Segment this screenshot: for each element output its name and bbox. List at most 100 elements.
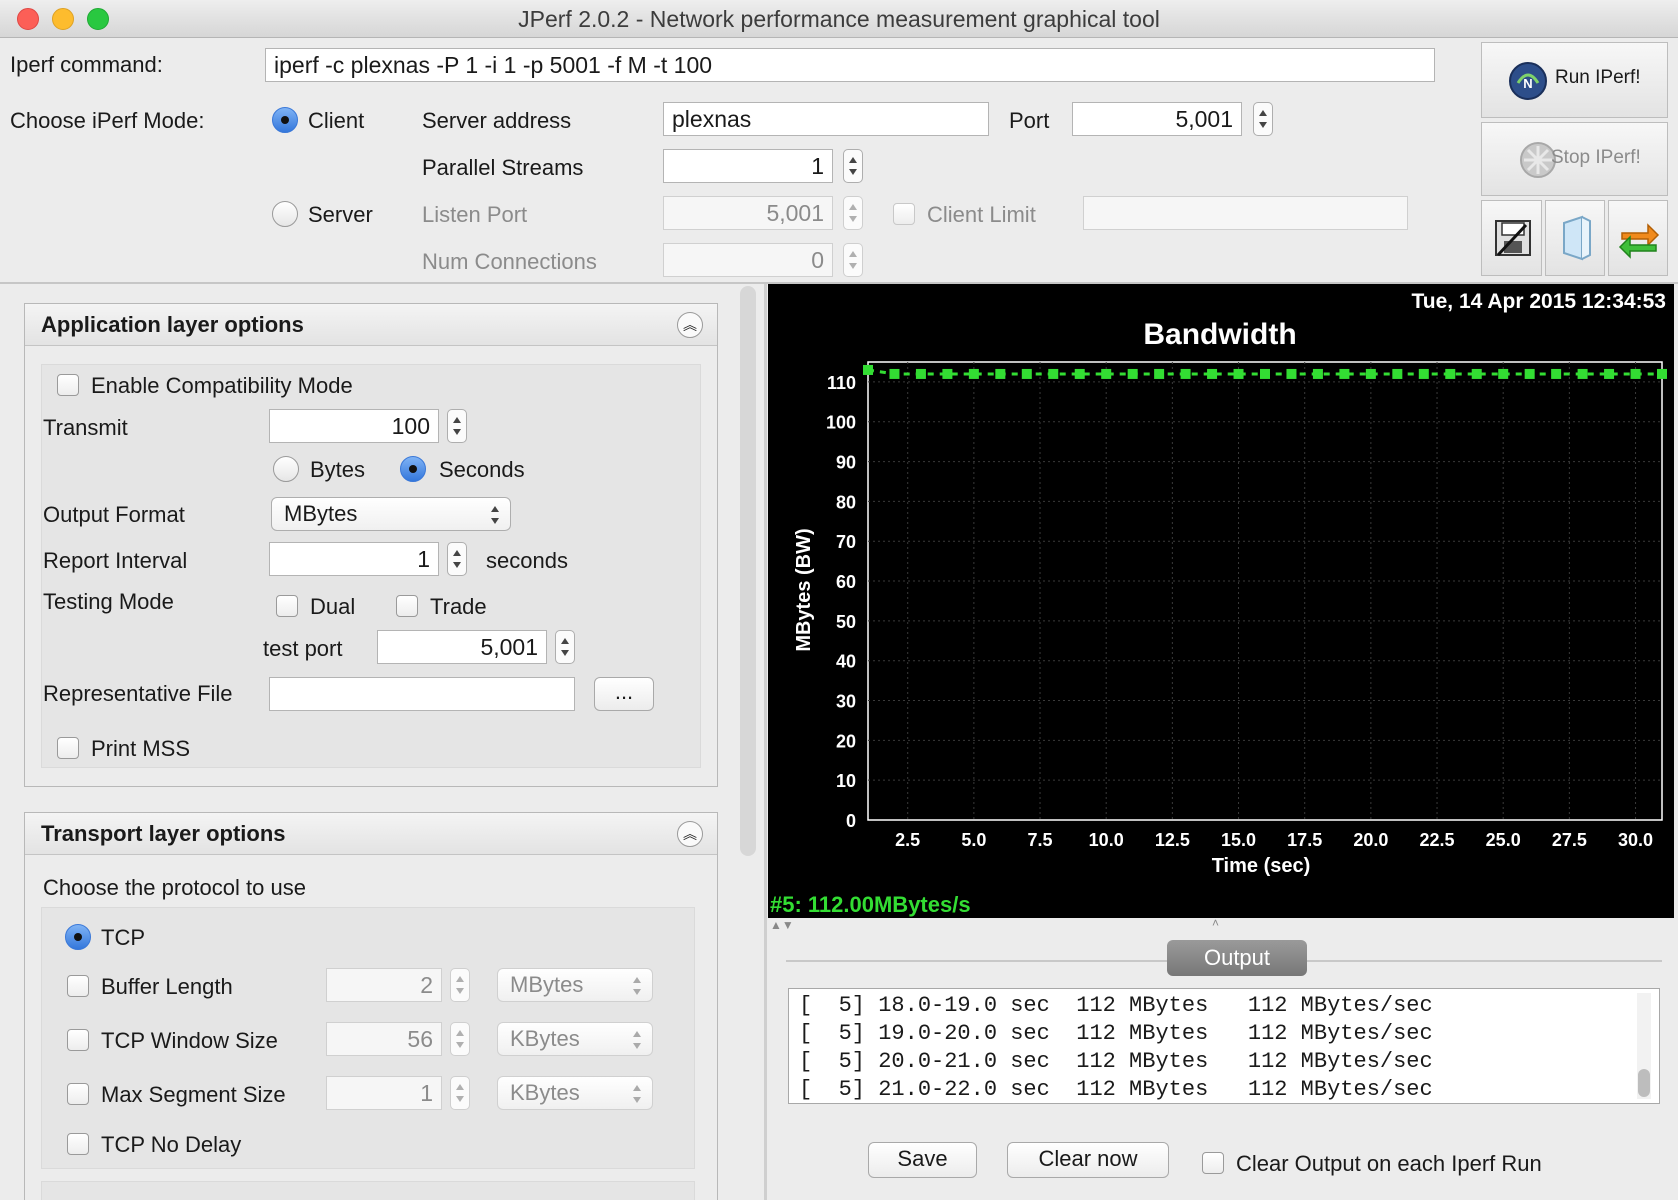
transport-layer-panel: Transport layer options ︽ Choose the pro… bbox=[24, 812, 718, 1200]
y-tick-label: 30 bbox=[836, 692, 856, 712]
num-connections-field[interactable]: 0 bbox=[663, 243, 833, 277]
output-scrollbar[interactable] bbox=[1637, 993, 1651, 1099]
port-stepper[interactable] bbox=[1253, 102, 1273, 136]
report-interval-field[interactable]: 1 bbox=[269, 542, 439, 576]
report-interval-unit: seconds bbox=[486, 548, 568, 573]
seconds-radio[interactable] bbox=[400, 456, 426, 482]
client-limit-field[interactable] bbox=[1083, 196, 1408, 230]
compatibility-mode-label: Enable Compatibility Mode bbox=[91, 373, 353, 398]
clear-now-button[interactable]: Clear now bbox=[1007, 1142, 1169, 1178]
title-bar: JPerf 2.0.2 - Network performance measur… bbox=[0, 0, 1678, 38]
max-segment-size-label: Max Segment Size bbox=[101, 1082, 286, 1107]
window-title: JPerf 2.0.2 - Network performance measur… bbox=[518, 6, 1160, 32]
output-log[interactable]: [ 5] 18.0-19.0 sec 112 MBytes 112 MBytes… bbox=[788, 988, 1660, 1104]
tcp-window-size-field[interactable]: 56 bbox=[326, 1022, 442, 1056]
select-arrows-icon bbox=[490, 505, 500, 525]
max-segment-size-field[interactable]: 1 bbox=[326, 1076, 442, 1110]
data-point bbox=[1286, 368, 1297, 379]
x-tick-label: 5.0 bbox=[961, 830, 986, 850]
y-tick-label: 70 bbox=[836, 532, 856, 552]
select-arrows-icon bbox=[632, 1030, 642, 1050]
clear-output-each-run-checkbox[interactable] bbox=[1202, 1152, 1224, 1174]
x-tick-label: 22.5 bbox=[1420, 830, 1455, 850]
browse-file-button[interactable]: ... bbox=[594, 677, 654, 711]
listen-port-stepper[interactable] bbox=[843, 196, 863, 230]
save-config-icon bbox=[1495, 220, 1531, 257]
client-mode-radio[interactable] bbox=[272, 107, 298, 133]
application-layer-header[interactable]: Application layer options ︽ bbox=[25, 304, 717, 346]
output-line: [ 5] 19.0-20.0 sec 112 MBytes 112 MBytes… bbox=[799, 1021, 1433, 1046]
test-port-stepper[interactable] bbox=[555, 630, 575, 664]
tcp-window-size-stepper[interactable] bbox=[450, 1022, 470, 1056]
stop-iperf-button[interactable]: Stop IPerf! bbox=[1481, 122, 1668, 196]
transmit-stepper[interactable] bbox=[447, 409, 467, 443]
save-output-button[interactable]: Save bbox=[868, 1142, 977, 1178]
split-up-icon[interactable]: ˄ bbox=[1212, 916, 1219, 930]
x-axis-label: Time (sec) bbox=[1212, 855, 1311, 877]
trade-checkbox[interactable] bbox=[396, 595, 418, 617]
parallel-streams-field[interactable]: 1 bbox=[663, 149, 833, 183]
open-config-button[interactable] bbox=[1545, 200, 1605, 276]
transmit-label: Transmit bbox=[43, 415, 128, 440]
server-address-field[interactable]: plexnas bbox=[663, 102, 989, 136]
buffer-length-field[interactable]: 2 bbox=[326, 968, 442, 1002]
left-pane-scrollbar[interactable] bbox=[740, 286, 756, 856]
listen-port-field[interactable]: 5,001 bbox=[663, 196, 833, 230]
tcp-window-size-checkbox[interactable] bbox=[67, 1029, 89, 1051]
tcp-window-size-label: TCP Window Size bbox=[101, 1028, 278, 1053]
buffer-length-checkbox[interactable] bbox=[67, 975, 89, 997]
test-port-field[interactable]: 5,001 bbox=[377, 630, 547, 664]
num-connections-stepper[interactable] bbox=[843, 243, 863, 277]
clear-output-each-run-label: Clear Output on each Iperf Run bbox=[1236, 1151, 1542, 1176]
server-mode-radio[interactable] bbox=[272, 201, 298, 227]
representative-file-field[interactable] bbox=[269, 677, 575, 711]
iperf-command-field[interactable]: iperf -c plexnas -P 1 -i 1 -p 5001 -f M … bbox=[265, 48, 1435, 82]
tcp-radio[interactable] bbox=[65, 924, 91, 950]
collapse-icon[interactable]: ︽ bbox=[677, 821, 703, 847]
run-iperf-button[interactable]: N Run IPerf! bbox=[1481, 42, 1668, 118]
bytes-radio[interactable] bbox=[273, 456, 299, 482]
tcp-no-delay-checkbox[interactable] bbox=[67, 1133, 89, 1155]
parallel-streams-stepper[interactable] bbox=[843, 149, 863, 183]
output-format-select[interactable]: MBytes bbox=[271, 497, 511, 531]
test-port-label: test port bbox=[263, 636, 343, 661]
compatibility-mode-checkbox[interactable] bbox=[57, 374, 79, 396]
tcp-window-size-unit-select[interactable]: KBytes bbox=[497, 1022, 653, 1056]
output-scroll-thumb[interactable] bbox=[1638, 1069, 1650, 1097]
buffer-length-label: Buffer Length bbox=[101, 974, 233, 999]
max-segment-size-stepper[interactable] bbox=[450, 1076, 470, 1110]
seconds-label: Seconds bbox=[439, 457, 525, 482]
save-config-button[interactable] bbox=[1481, 200, 1542, 276]
max-segment-size-checkbox[interactable] bbox=[67, 1083, 89, 1105]
data-point bbox=[889, 368, 900, 379]
data-point bbox=[1021, 368, 1032, 379]
data-point bbox=[1180, 368, 1191, 379]
collapse-icon[interactable]: ︽ bbox=[677, 312, 703, 338]
output-format-value: MBytes bbox=[284, 501, 358, 526]
dual-checkbox[interactable] bbox=[276, 595, 298, 617]
parallel-streams-label: Parallel Streams bbox=[422, 155, 584, 180]
testing-mode-label: Testing Mode bbox=[43, 589, 174, 614]
split-divider[interactable] bbox=[764, 284, 767, 1200]
jperf-window: JPerf 2.0.2 - Network performance measur… bbox=[0, 0, 1678, 1200]
output-line: [ 5] 20.0-21.0 sec 112 MBytes 112 MBytes… bbox=[799, 1049, 1433, 1074]
report-interval-label: Report Interval bbox=[43, 548, 188, 573]
y-tick-label: 0 bbox=[846, 811, 856, 831]
x-tick-label: 7.5 bbox=[1028, 830, 1053, 850]
buffer-length-unit: MBytes bbox=[510, 972, 584, 997]
refresh-button[interactable] bbox=[1608, 200, 1668, 276]
print-mss-checkbox[interactable] bbox=[57, 737, 79, 759]
num-connections-label: Num Connections bbox=[422, 249, 597, 274]
transmit-field[interactable]: 100 bbox=[269, 409, 439, 443]
buffer-length-stepper[interactable] bbox=[450, 968, 470, 1002]
output-tab[interactable]: Output bbox=[1167, 940, 1307, 976]
port-field[interactable]: 5,001 bbox=[1072, 102, 1242, 136]
max-segment-size-unit-select[interactable]: KBytes bbox=[497, 1076, 653, 1110]
y-tick-label: 50 bbox=[836, 612, 856, 632]
buffer-length-unit-select[interactable]: MBytes bbox=[497, 968, 653, 1002]
client-limit-checkbox[interactable] bbox=[893, 203, 915, 225]
report-interval-stepper[interactable] bbox=[447, 542, 467, 576]
split-arrows-icon[interactable]: ▲▼ bbox=[770, 918, 794, 932]
x-tick-label: 30.0 bbox=[1618, 830, 1653, 850]
transport-layer-header[interactable]: Transport layer options ︽ bbox=[25, 813, 717, 855]
